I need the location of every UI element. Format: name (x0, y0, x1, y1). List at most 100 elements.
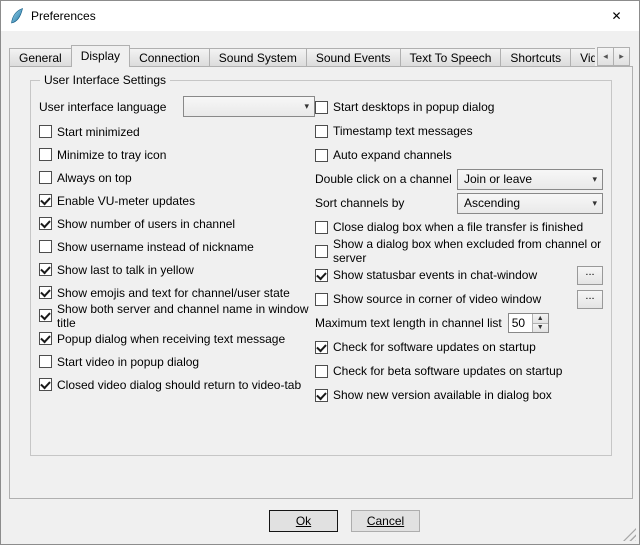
app-icon (9, 8, 25, 24)
max-text-length-row: Maximum text length in channel list 50 ▲… (315, 311, 603, 335)
sort-channels-combobox[interactable]: Ascending ▾ (457, 193, 603, 214)
tab-shortcuts[interactable]: Shortcuts (500, 48, 571, 67)
checkbox-start-minimized[interactable]: Start minimized (39, 120, 315, 143)
tab-scroll-right-button[interactable]: ▸ (613, 47, 630, 66)
tab-connection[interactable]: Connection (129, 48, 210, 67)
dialog-buttons: Ok Cancel (269, 510, 420, 532)
checkbox-box (39, 240, 52, 253)
checkbox-label: Auto expand channels (333, 148, 452, 162)
checkbox-video-return-tab[interactable]: Closed video dialog should return to vid… (39, 373, 315, 396)
checkbox-excluded-dialog[interactable]: Show a dialog box when excluded from cha… (315, 239, 603, 263)
titlebar[interactable]: Preferences ✕ (1, 1, 639, 31)
statusbar-events-row: Show statusbar events in chat-window ... (315, 263, 603, 287)
checkbox-label: Enable VU-meter updates (57, 194, 195, 208)
spin-up-button[interactable]: ▲ (533, 314, 548, 323)
double-click-label: Double click on a channel (315, 172, 452, 186)
checkbox-popup-text-message[interactable]: Popup dialog when receiving text message (39, 327, 315, 350)
close-icon: ✕ (611, 9, 621, 23)
ok-button[interactable]: Ok (269, 510, 338, 532)
resize-grip[interactable] (623, 528, 636, 541)
close-button[interactable]: ✕ (594, 1, 639, 30)
tab-text-to-speech[interactable]: Text To Speech (400, 48, 502, 67)
checkbox-box (39, 332, 52, 345)
spin-up-icon: ▲ (537, 315, 544, 322)
tab-video[interactable]: Video (570, 48, 595, 67)
chevron-down-icon: ▾ (592, 174, 597, 185)
checkbox-box (315, 341, 328, 354)
checkbox-label: Show emojis and text for channel/user st… (57, 286, 290, 300)
checkbox-label: Show last to talk in yellow (57, 263, 194, 277)
checkbox-minimize-to-tray[interactable]: Minimize to tray icon (39, 143, 315, 166)
checkbox-label: Start minimized (57, 125, 140, 139)
settings-columns: User interface language ▾ Start minimize… (39, 95, 603, 447)
checkbox-new-version-dialog[interactable]: Show new version available in dialog box (315, 383, 603, 407)
spinner-value: 50 (509, 314, 532, 332)
checkbox-box (39, 355, 52, 368)
checkbox-box (39, 125, 52, 138)
checkbox-label: Show a dialog box when excluded from cha… (333, 237, 603, 265)
max-text-length-label: Maximum text length in channel list (315, 316, 502, 330)
checkbox-label: Start desktops in popup dialog (333, 100, 494, 114)
tab-general[interactable]: General (9, 48, 72, 67)
checkbox-label: Check for beta software updates on start… (333, 364, 562, 378)
right-column: Start desktops in popup dialog Timestamp… (315, 95, 603, 447)
checkbox-label: Timestamp text messages (333, 124, 473, 138)
checkbox-label: Close dialog box when a file transfer is… (333, 220, 583, 234)
checkbox-check-updates[interactable]: Check for software updates on startup (315, 335, 603, 359)
checkbox-label: Show username instead of nickname (57, 240, 254, 254)
checkbox-show-username[interactable]: Show username instead of nickname (39, 235, 315, 258)
spinner-buttons: ▲ ▼ (532, 314, 548, 332)
cancel-button[interactable]: Cancel (351, 510, 420, 532)
checkbox-label: Show both server and channel name in win… (57, 302, 315, 330)
checkbox-vu-meter-updates[interactable]: Enable VU-meter updates (39, 189, 315, 212)
checkbox-auto-expand-channels[interactable]: Auto expand channels (315, 143, 603, 167)
double-click-combobox[interactable]: Join or leave ▾ (457, 169, 603, 190)
ok-button-label: Ok (296, 514, 311, 528)
checkbox-check-beta-updates[interactable]: Check for beta software updates on start… (315, 359, 603, 383)
checkbox-desktops-popup[interactable]: Start desktops in popup dialog (315, 95, 603, 119)
checkbox-video-popup[interactable]: Start video in popup dialog (39, 350, 315, 373)
arrow-left-icon: ◂ (603, 51, 608, 62)
checkbox-filetransfer-close[interactable]: Close dialog box when a file transfer is… (315, 215, 603, 239)
group-title: User Interface Settings (40, 73, 170, 87)
arrow-right-icon: ▸ (619, 51, 624, 62)
double-click-row: Double click on a channel Join or leave … (315, 167, 603, 191)
checkbox-box[interactable] (315, 293, 328, 306)
video-source-config-button[interactable]: ... (577, 290, 603, 309)
preferences-dialog: Preferences ✕ General Display Connection… (0, 0, 640, 545)
tab-sound-events[interactable]: Sound Events (306, 48, 401, 67)
checkbox-box (315, 125, 328, 138)
checkbox-server-channel-title[interactable]: Show both server and channel name in win… (39, 304, 315, 327)
checkbox-box (315, 221, 328, 234)
statusbar-config-button[interactable]: ... (577, 266, 603, 285)
spin-down-icon: ▼ (537, 324, 544, 331)
checkbox-last-talk-yellow[interactable]: Show last to talk in yellow (39, 258, 315, 281)
tab-sound-system[interactable]: Sound System (209, 48, 307, 67)
checkbox-box[interactable] (315, 269, 328, 282)
language-combobox[interactable]: ▾ (183, 96, 315, 117)
checkbox-box (39, 309, 52, 322)
max-text-length-spinner[interactable]: 50 ▲ ▼ (508, 313, 549, 333)
tab-pane-display: User Interface Settings User interface l… (9, 66, 633, 499)
tab-scroll-left-button[interactable]: ◂ (597, 47, 614, 66)
checkbox-show-user-count[interactable]: Show number of users in channel (39, 212, 315, 235)
checkbox-box (39, 286, 52, 299)
checkbox-box (315, 149, 328, 162)
checkbox-box (39, 263, 52, 276)
checkbox-label: Show new version available in dialog box (333, 388, 552, 402)
ellipsis-icon: ... (585, 291, 594, 302)
checkbox-timestamp-messages[interactable]: Timestamp text messages (315, 119, 603, 143)
checkbox-label: Check for software updates on startup (333, 340, 536, 354)
window-title: Preferences (31, 9, 96, 23)
checkbox-box (315, 245, 328, 258)
ellipsis-icon: ... (585, 267, 594, 278)
checkbox-always-on-top[interactable]: Always on top (39, 166, 315, 189)
tab-display[interactable]: Display (71, 45, 130, 67)
tab-scroller: ◂ ▸ (598, 47, 630, 66)
spin-down-button[interactable]: ▼ (533, 323, 548, 333)
checkbox-box (315, 389, 328, 402)
checkbox-label: Always on top (57, 171, 132, 185)
checkbox-box (39, 378, 52, 391)
checkbox-label: Minimize to tray icon (57, 148, 166, 162)
checkbox-box (39, 194, 52, 207)
